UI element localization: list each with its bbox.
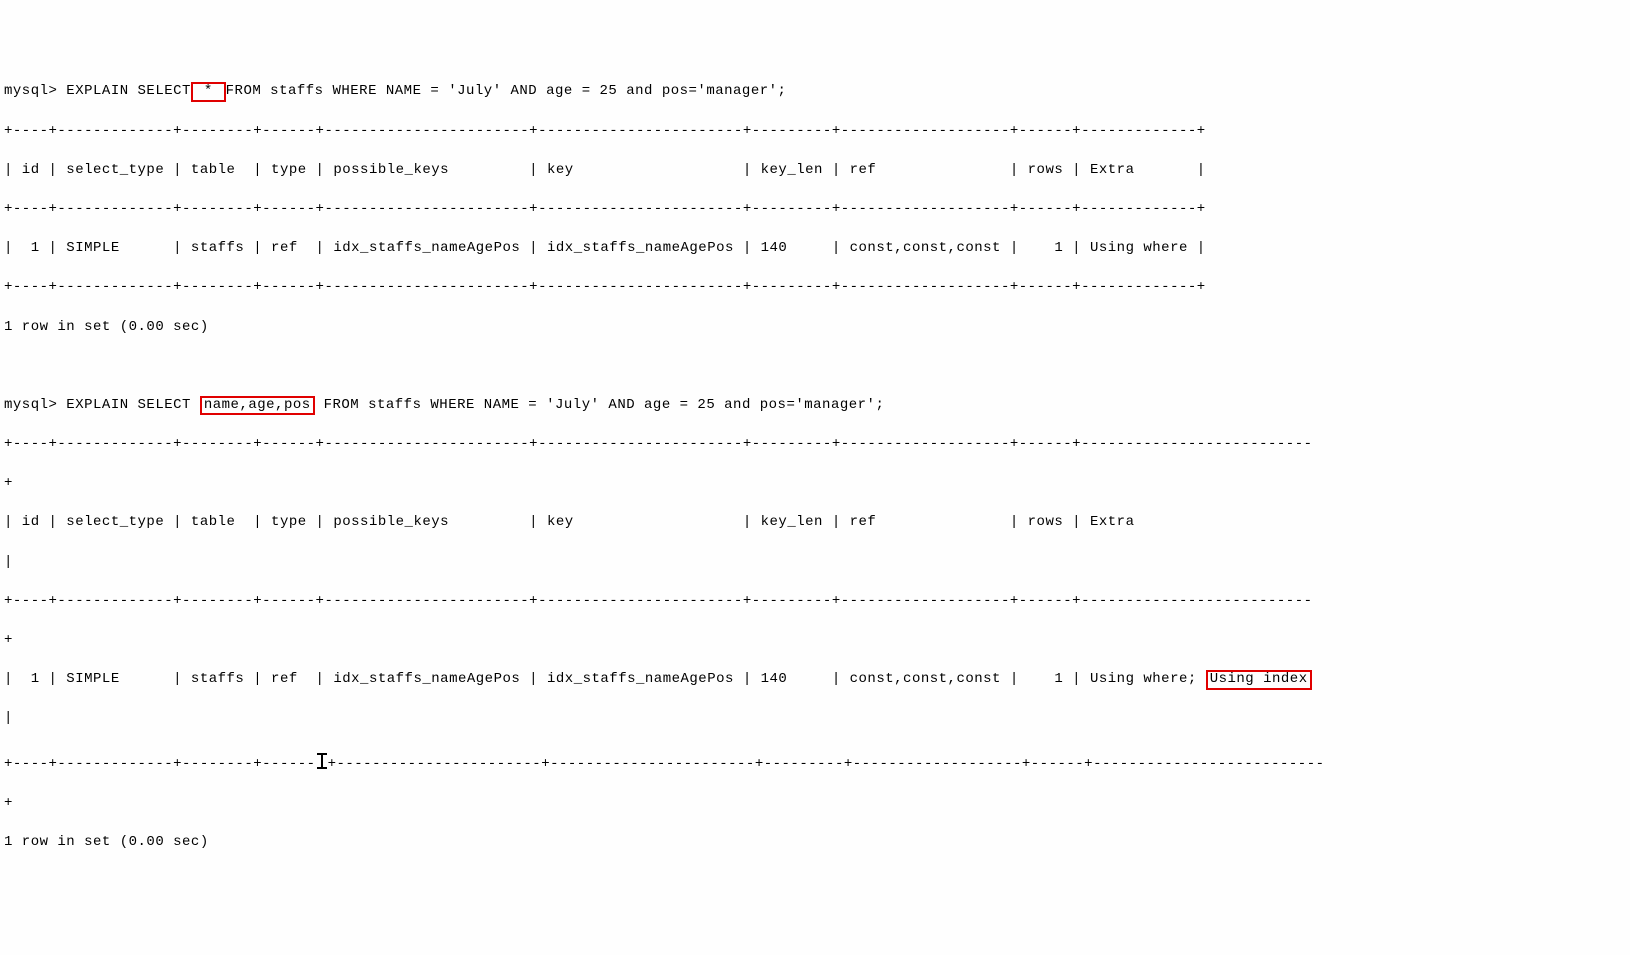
table-sep: +----+-------------+--------+------+----… <box>4 200 1626 220</box>
query-2-prompt: mysql> EXPLAIN SELECT name,age,pos FROM … <box>4 396 1626 416</box>
highlight-star: * <box>191 82 226 101</box>
table-sep-wrap: + <box>4 794 1626 814</box>
text-cursor-icon <box>316 753 328 771</box>
table-sep: +----+-------------+--------+------+----… <box>4 592 1626 612</box>
prompt-post: FROM staffs WHERE NAME = 'July' AND age … <box>226 83 787 99</box>
table-header: | id | select_type | table | type | poss… <box>4 161 1626 181</box>
sep-right: +-----------------------+---------------… <box>328 756 1325 772</box>
query-1-prompt: mysql> EXPLAIN SELECT * FROM staffs WHER… <box>4 82 1626 102</box>
table-sep: +----+-------------+--------+------+----… <box>4 122 1626 142</box>
table-sep: +----+-------------+--------+------+----… <box>4 278 1626 298</box>
highlight-cols: name,age,pos <box>200 396 315 415</box>
sep-left: +----+-------------+--------+------ <box>4 756 316 772</box>
prompt-pre: mysql> EXPLAIN SELECT <box>4 83 191 99</box>
table-header-wrap: | <box>4 553 1626 573</box>
table-row-wrap: | <box>4 709 1626 729</box>
prompt-post: FROM staffs WHERE NAME = 'July' AND age … <box>315 397 885 413</box>
table-sep-wrap: + <box>4 631 1626 651</box>
result-footer: 1 row in set (0.00 sec) <box>4 318 1626 338</box>
table-sep-wrap: + <box>4 474 1626 494</box>
row-post <box>1312 671 1321 687</box>
result-footer: 1 row in set (0.00 sec) <box>4 833 1626 853</box>
table-sep: +----+-------------+--------+------+----… <box>4 435 1626 455</box>
table-header: | id | select_type | table | type | poss… <box>4 513 1626 533</box>
table-row: | 1 | SIMPLE | staffs | ref | idx_staffs… <box>4 670 1626 690</box>
terminal-output: mysql> EXPLAIN SELECT * FROM staffs WHER… <box>4 63 1626 872</box>
row-pre: | 1 | SIMPLE | staffs | ref | idx_staffs… <box>4 671 1206 687</box>
blank-line <box>4 357 1626 377</box>
table-row: | 1 | SIMPLE | staffs | ref | idx_staffs… <box>4 239 1626 259</box>
prompt-pre: mysql> EXPLAIN SELECT <box>4 397 200 413</box>
highlight-using-index: Using index <box>1206 670 1312 689</box>
table-sep: +----+-------------+--------+------ +----… <box>4 749 1626 775</box>
